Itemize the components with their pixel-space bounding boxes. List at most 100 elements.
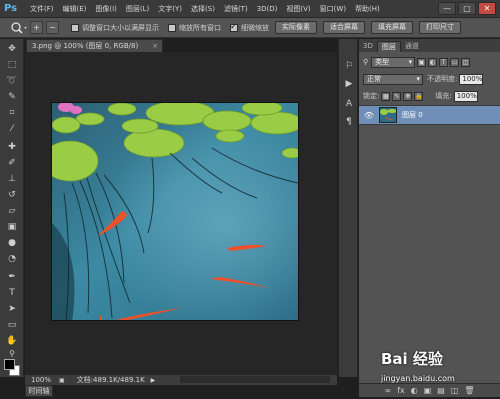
eyedropper-tool-icon[interactable]: ⁄ bbox=[4, 123, 20, 136]
tab-layers[interactable]: 图层 bbox=[376, 41, 401, 52]
pond-koi-photo bbox=[52, 103, 298, 320]
type-tool-icon[interactable]: T bbox=[4, 287, 20, 300]
status-doc-size: 文档:489.1K/489.1K bbox=[76, 376, 145, 384]
foreground-color-swatch[interactable] bbox=[4, 359, 15, 370]
menu-file[interactable]: 文件(F) bbox=[30, 4, 54, 14]
zoom-out-button[interactable]: − bbox=[46, 21, 59, 34]
status-arrow-icon[interactable]: ▶ bbox=[151, 377, 156, 384]
zoom-in-button[interactable]: + bbox=[30, 21, 43, 34]
document-title: 3.png @ 100% (图层 0, RGB/8) bbox=[32, 42, 139, 50]
tools-panel: ✥ ⬚ ➰ ✎ ⌗ ⁄ ✚ ✐ ⊥ ↺ ▱ ▣ ● ◔ ✒ T ➤ ▭ ✋ ⚲ bbox=[0, 39, 24, 377]
resize-windows-checkbox[interactable]: 调整窗口大小以满屏显示 bbox=[71, 23, 159, 33]
fill-label: 填充: bbox=[435, 92, 452, 100]
marquee-tool-icon[interactable]: ⬚ bbox=[4, 59, 20, 72]
history-brush-tool-icon[interactable]: ↺ bbox=[4, 189, 20, 202]
filter-smart-icon[interactable]: ◫ bbox=[461, 57, 471, 67]
print-size-button[interactable]: 打印尺寸 bbox=[419, 21, 461, 34]
eye-icon[interactable]: 👁 bbox=[363, 111, 375, 120]
path-select-tool-icon[interactable]: ➤ bbox=[4, 303, 20, 316]
layers-panel: 3D 图层 通道 ⚲ 类型 ▣ ◐ T ▭ ◫ 正常 不透明度: 100% 锁定… bbox=[359, 39, 500, 397]
tab-channels[interactable]: 通道 bbox=[401, 41, 423, 52]
opacity-field[interactable]: 100% bbox=[459, 73, 484, 85]
lock-transparent-icon[interactable]: ▦ bbox=[381, 91, 391, 101]
menu-3d[interactable]: 3D(D) bbox=[257, 5, 278, 13]
maximize-button[interactable]: ▢ bbox=[458, 2, 476, 15]
menu-select[interactable]: 选择(S) bbox=[191, 4, 215, 14]
checkbox-box bbox=[168, 23, 176, 32]
lock-fill-row: 锁定: ▦ ✎ ✥ 🔒 填充: 100% bbox=[363, 90, 478, 102]
panel-tabs: 3D 图层 通道 bbox=[359, 39, 500, 52]
checkbox-label: 缩放所有窗口 bbox=[179, 23, 221, 32]
checkbox-box bbox=[71, 23, 79, 32]
fill-field[interactable]: 100% bbox=[453, 90, 478, 102]
filter-shape-icon[interactable]: ▭ bbox=[450, 57, 460, 67]
filter-adjust-icon[interactable]: ◐ bbox=[428, 57, 438, 67]
close-button[interactable]: ✕ bbox=[478, 2, 496, 15]
photoshop-logo: Ps bbox=[4, 3, 18, 14]
move-tool-icon[interactable]: ✥ bbox=[4, 43, 20, 56]
status-export-icon[interactable]: ▣ bbox=[59, 377, 65, 384]
options-bar: + − 调整窗口大小以满屏显示 缩放所有窗口 细微缩放 实际像素 适合屏幕 填充… bbox=[0, 18, 500, 38]
fill-screen-button[interactable]: 填充屏幕 bbox=[371, 21, 413, 34]
canvas-area[interactable] bbox=[25, 52, 337, 374]
horizontal-scrollbar[interactable] bbox=[180, 376, 330, 383]
baidu-jingyan-watermark: Bai 经验 jingyan.baidu.com bbox=[381, 348, 499, 396]
checkbox-label: 细微缩放 bbox=[241, 23, 269, 32]
history-panel-icon[interactable]: ⚐ bbox=[342, 59, 356, 73]
blur-tool-icon[interactable]: ● bbox=[4, 237, 20, 250]
menu-window[interactable]: 窗口(W) bbox=[320, 4, 346, 14]
lock-label: 锁定: bbox=[363, 92, 380, 100]
filter-pixel-icon[interactable]: ▣ bbox=[417, 57, 427, 67]
crop-tool-icon[interactable]: ⌗ bbox=[4, 107, 20, 120]
scrubby-zoom-checkbox[interactable]: 细微缩放 bbox=[230, 22, 269, 33]
menu-filter[interactable]: 滤镜(T) bbox=[224, 4, 248, 14]
paragraph-panel-icon[interactable]: ¶ bbox=[342, 115, 356, 129]
layer-filter-row: ⚲ 类型 ▣ ◐ T ▭ ◫ bbox=[363, 56, 471, 68]
fit-screen-button[interactable]: 适合屏幕 bbox=[323, 21, 365, 34]
close-document-icon[interactable]: × bbox=[152, 40, 158, 52]
blend-mode-select[interactable]: 正常 bbox=[363, 73, 423, 85]
timeline-tab[interactable]: 时间轴 bbox=[25, 385, 53, 397]
menu-layer[interactable]: 图层(L) bbox=[126, 4, 149, 14]
menu-view[interactable]: 视图(V) bbox=[286, 4, 310, 14]
magnifier-icon bbox=[11, 21, 27, 34]
document-tab[interactable]: 3.png @ 100% (图层 0, RGB/8) × bbox=[26, 39, 163, 52]
gradient-tool-icon[interactable]: ▣ bbox=[4, 221, 20, 234]
dodge-tool-icon[interactable]: ◔ bbox=[4, 253, 20, 266]
character-panel-icon[interactable]: A bbox=[342, 97, 356, 111]
watermark-url: jingyan.baidu.com bbox=[381, 374, 455, 383]
status-zoom[interactable]: 100% bbox=[31, 376, 51, 384]
pen-tool-icon[interactable]: ✒ bbox=[4, 271, 20, 284]
rectangle-tool-icon[interactable]: ▭ bbox=[4, 319, 20, 332]
lock-all-icon[interactable]: 🔒 bbox=[414, 91, 424, 101]
layer-name: 图层 0 bbox=[402, 111, 423, 119]
layer-item[interactable]: 👁 图层 0 bbox=[359, 105, 500, 125]
lasso-tool-icon[interactable]: ➰ bbox=[4, 75, 20, 88]
blend-opacity-row: 正常 不透明度: 100% bbox=[363, 73, 484, 85]
document-image[interactable] bbox=[51, 102, 299, 321]
quick-select-tool-icon[interactable]: ✎ bbox=[4, 91, 20, 104]
window-controls: — ▢ ✕ bbox=[438, 2, 496, 15]
watermark-logo: Bai 经验 bbox=[381, 350, 443, 368]
menu-image[interactable]: 图像(I) bbox=[95, 4, 117, 14]
minimize-button[interactable]: — bbox=[438, 2, 456, 15]
healing-brush-tool-icon[interactable]: ✚ bbox=[4, 141, 20, 154]
collapsed-panels-strip: ⚐ ▶ A ¶ bbox=[338, 39, 358, 377]
lock-position-icon[interactable]: ✥ bbox=[403, 91, 413, 101]
menu-help[interactable]: 帮助(H) bbox=[355, 4, 380, 14]
filter-kind-select[interactable]: 类型 bbox=[371, 56, 416, 68]
menu-type[interactable]: 文字(Y) bbox=[158, 4, 182, 14]
checkbox-box-checked bbox=[230, 22, 238, 32]
brush-tool-icon[interactable]: ✐ bbox=[4, 157, 20, 170]
eraser-tool-icon[interactable]: ▱ bbox=[4, 205, 20, 218]
menu-edit[interactable]: 编辑(E) bbox=[63, 4, 87, 14]
actual-pixels-button[interactable]: 实际像素 bbox=[275, 21, 317, 34]
clone-stamp-tool-icon[interactable]: ⊥ bbox=[4, 173, 20, 186]
tab-3d[interactable]: 3D bbox=[359, 41, 377, 52]
lock-pixels-icon[interactable]: ✎ bbox=[392, 91, 402, 101]
actions-panel-icon[interactable]: ▶ bbox=[342, 77, 356, 91]
zoom-tool-preset[interactable] bbox=[10, 21, 30, 35]
layer-thumbnail bbox=[379, 107, 397, 123]
filter-type-icon[interactable]: T bbox=[439, 57, 449, 67]
zoom-all-windows-checkbox[interactable]: 缩放所有窗口 bbox=[168, 23, 221, 33]
